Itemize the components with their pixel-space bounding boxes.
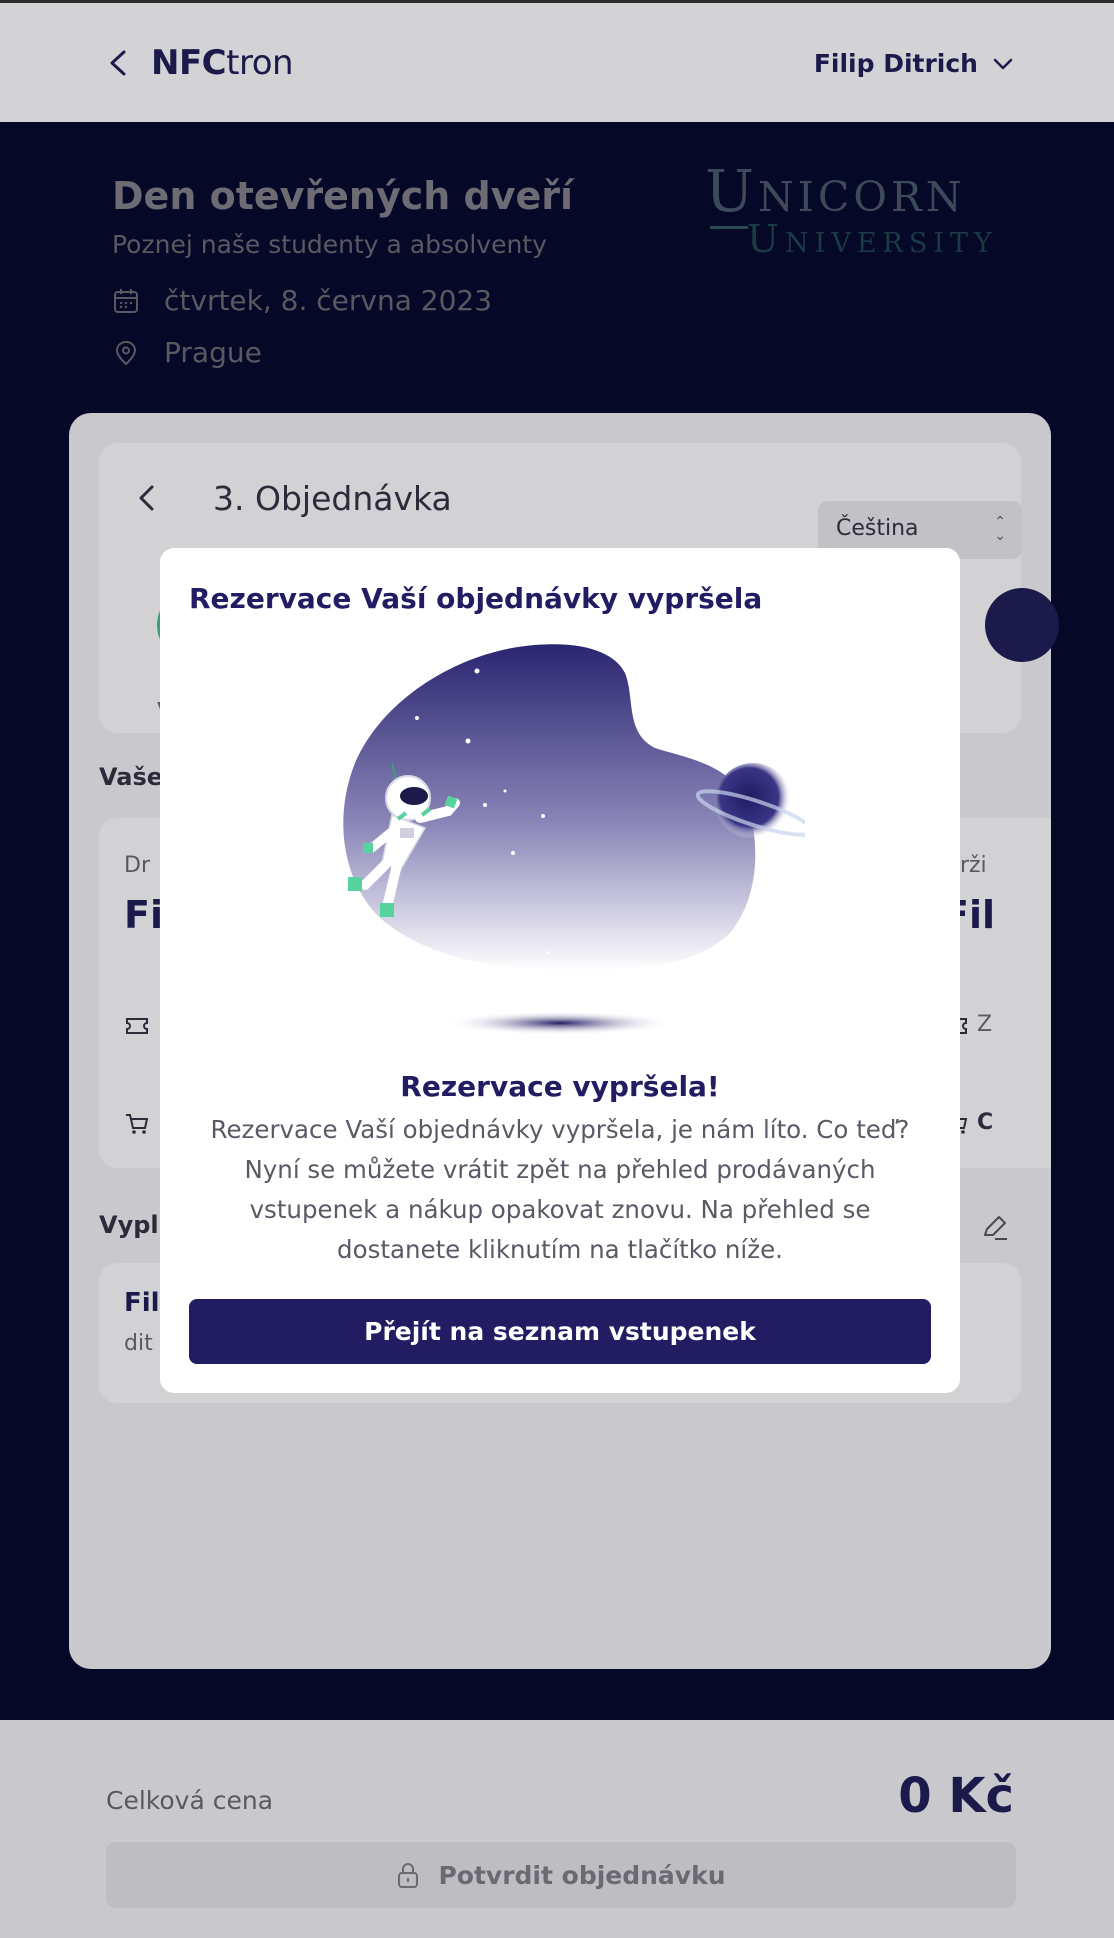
nfctron-logo[interactable]: NFCtron	[151, 41, 294, 85]
top-header: NFCtron Filip Ditrich	[0, 3, 1114, 122]
contact-email: dit	[124, 1331, 153, 1356]
dialog-heading: Rezervace vypršela!	[400, 1070, 720, 1103]
confirm-order-button[interactable]: Potvrdit objednávku	[106, 1842, 1016, 1908]
chevron-left-icon[interactable]	[106, 48, 130, 78]
event-date: čtvrtek, 8. června 2023	[112, 284, 492, 317]
step-current-indicator	[985, 588, 1059, 662]
ticket-type-text: Z	[977, 1012, 993, 1037]
cart-icon	[126, 1114, 149, 1134]
logo-top-word: Unicorn	[705, 157, 966, 225]
order-footer: Celková cena 0 Kč Potvrdit objednávku	[0, 1720, 1114, 1938]
logo-bold-part: NFC	[151, 43, 227, 83]
total-price-value: 0 Kč	[898, 1768, 1014, 1824]
event-place-text: Prague	[164, 336, 262, 369]
location-pin-icon	[115, 340, 137, 365]
total-price-label: Celková cena	[106, 1786, 274, 1815]
event-title: Den otevřených dveří	[112, 174, 574, 218]
confirm-order-label: Potvrdit objednávku	[438, 1860, 726, 1890]
user-menu[interactable]: Filip Ditrich	[814, 49, 1014, 78]
chevron-down-icon	[993, 58, 1013, 69]
user-name: Filip Ditrich	[813, 49, 978, 78]
dialog-message: Rezervace Vaší objednávky vypršela, je n…	[210, 1115, 910, 1264]
ticket-holder-name: Fi	[124, 893, 163, 937]
edit-pencil-icon[interactable]	[979, 1213, 1009, 1243]
ticket-icon	[126, 1018, 148, 1034]
step-title: 3. Objednávka	[213, 479, 452, 518]
logo-rule	[710, 226, 748, 229]
logo-light-part: tron	[226, 43, 294, 83]
astronaut-space-illustration	[343, 644, 805, 1035]
ticket-price-text: C	[977, 1110, 994, 1135]
dialog-title: Rezervace Vaší objednávky vypršela	[189, 582, 763, 615]
language-value: Čeština	[836, 516, 919, 541]
go-to-tickets-button[interactable]: Přejít na seznam vstupenek	[189, 1299, 931, 1364]
reservation-expired-dialog: Rezervace Vaší objednávky vypršela Rezer…	[160, 548, 960, 1393]
calendar-icon	[114, 288, 138, 313]
event-subtitle: Poznej naše studenty a absolventy	[112, 230, 547, 259]
event-date-text: čtvrtek, 8. června 2023	[164, 284, 493, 317]
logo-bottom-word: University	[747, 217, 998, 261]
select-caret-icon: ⌃ ⌄	[994, 514, 1006, 544]
filled-data-section-label: Vypl	[99, 1211, 159, 1239]
unicorn-university-logo: Unicorn University	[705, 160, 1010, 270]
chevron-left-icon[interactable]	[137, 483, 155, 513]
tickets-section-label: Vaše	[99, 763, 164, 791]
ticket-holder-label: Dr	[124, 853, 150, 878]
event-place: Prague	[112, 336, 262, 369]
contact-name: Fil	[124, 1288, 160, 1318]
lock-icon	[398, 1863, 419, 1888]
